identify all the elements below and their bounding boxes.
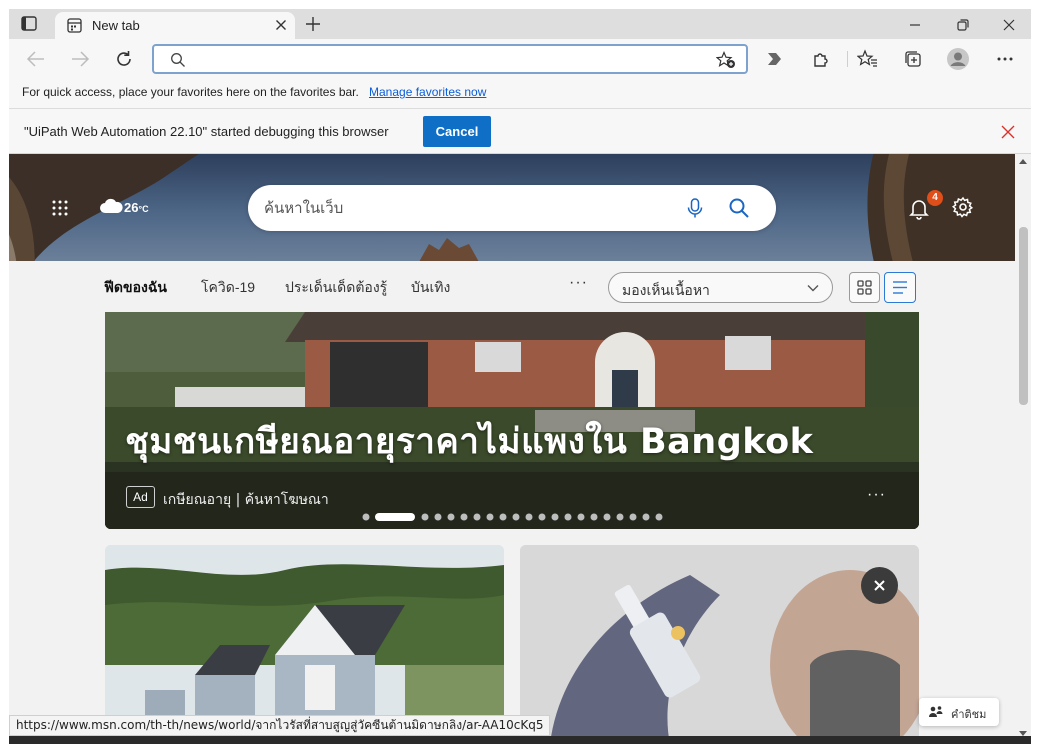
weather-temp-unit: °C [138, 204, 149, 214]
add-favorite-icon[interactable] [716, 51, 736, 69]
infobar-message: "UiPath Web Automation 22.10" started de… [24, 124, 389, 139]
debugging-infobar: "UiPath Web Automation 22.10" started de… [9, 110, 1031, 154]
distant-rock-image [419, 238, 479, 261]
feedback-people-icon [929, 705, 943, 719]
list-icon [893, 281, 907, 294]
feedback-button[interactable]: คำติชม [919, 698, 999, 726]
manage-favorites-link[interactable]: Manage favorites now [369, 85, 486, 99]
restore-button[interactable] [953, 15, 973, 35]
new-tab-button[interactable] [303, 14, 323, 34]
carousel-dot[interactable] [460, 513, 468, 521]
search-icon[interactable] [728, 197, 750, 219]
carousel-dot[interactable] [577, 513, 585, 521]
carousel-dot[interactable] [603, 513, 611, 521]
tab-hot-topics[interactable]: ประเด็นเด็ดต้องรู้ [285, 277, 387, 299]
cancel-button[interactable]: Cancel [423, 116, 491, 147]
dismiss-card-button[interactable] [861, 567, 898, 604]
web-search-box[interactable] [248, 185, 776, 231]
feedback-label: คำติชม [951, 709, 987, 721]
extensions-icon[interactable] [809, 48, 831, 70]
weather-temp-value: 26 [124, 200, 139, 215]
notification-badge: 4 [927, 190, 943, 206]
ad-card[interactable]: ชุมชนเกษียณอายุราคาไม่แพงใน Bangkok Ad เ… [105, 312, 919, 529]
microphone-icon[interactable] [685, 197, 705, 219]
favorites-bar: For quick access, place your favorites h… [9, 79, 1031, 109]
ad-source[interactable]: เกษียณอายุ | ค้นหาโฆษณา [163, 489, 329, 511]
more-options-icon[interactable] [994, 48, 1016, 70]
collections-icon[interactable] [902, 48, 924, 70]
tab-entertainment[interactable]: บันเทิง [411, 277, 450, 299]
scroll-up-arrow-icon[interactable] [1019, 158, 1027, 166]
carousel-dot[interactable] [616, 513, 624, 521]
tab-close-icon[interactable] [273, 17, 289, 33]
tab-strip: New tab [9, 9, 1031, 39]
content-visibility-select[interactable]: มองเห็นเนื้อหา [608, 272, 833, 303]
apps-launcher-icon[interactable] [51, 199, 69, 217]
refresh-button[interactable] [113, 48, 135, 70]
tab-new-tab[interactable]: New tab [55, 12, 295, 39]
carousel-dot[interactable] [590, 513, 598, 521]
carousel-dot[interactable] [642, 513, 650, 521]
favorites-bar-message: For quick access, place your favorites h… [22, 85, 359, 99]
profile-avatar-icon[interactable] [946, 47, 970, 71]
carousel-dot[interactable] [421, 513, 429, 521]
infobar-close-icon[interactable] [1001, 125, 1015, 139]
tab-actions-icon[interactable] [19, 15, 39, 33]
weather-temperature[interactable]: 26°C [124, 200, 149, 215]
close-icon [874, 580, 885, 591]
tab-title: New tab [92, 18, 140, 33]
more-topics-button[interactable]: ··· [569, 274, 588, 292]
carousel-dot[interactable] [525, 513, 533, 521]
back-button[interactable] [25, 49, 47, 69]
address-input[interactable] [198, 50, 698, 70]
carousel-dot[interactable] [486, 513, 494, 521]
scrollbar-thumb[interactable] [1019, 227, 1028, 405]
status-bar-url: https://www.msn.com/th-th/news/world/จาก… [9, 715, 551, 736]
new-tab-page: 26°C 4 ฟีดของฉัน โควิด-19 ประเด็นเด็ [9, 154, 1015, 744]
address-bar[interactable] [152, 44, 748, 74]
carousel-dot[interactable] [512, 513, 520, 521]
search-icon [170, 52, 186, 68]
taskbar-strip [9, 736, 1031, 744]
read-aloud-icon[interactable] [764, 49, 786, 69]
content-visibility-value: มองเห็นเนื้อหา [622, 282, 710, 298]
carousel-dot[interactable] [362, 513, 370, 521]
vaccine-image [520, 545, 919, 744]
ad-more-options[interactable]: ··· [867, 486, 886, 504]
tab-my-feed[interactable]: ฟีดของฉัน [104, 277, 167, 299]
carousel-dot[interactable] [655, 513, 663, 521]
news-card[interactable] [520, 545, 919, 744]
forward-button[interactable] [69, 49, 91, 69]
hero-background: 26°C 4 [9, 154, 1015, 261]
carousel-dot[interactable] [434, 513, 442, 521]
ad-headline[interactable]: ชุมชนเกษียณอายุราคาไม่แพงใน Bangkok [125, 414, 813, 469]
carousel-dot[interactable] [447, 513, 455, 521]
tab-covid-19[interactable]: โควิด-19 [201, 277, 255, 299]
cloud-weather-icon[interactable] [99, 198, 123, 214]
gear-icon[interactable] [952, 196, 974, 218]
carousel-dot[interactable] [538, 513, 546, 521]
grid-layout-button[interactable] [849, 272, 880, 303]
favorites-icon[interactable] [857, 48, 879, 70]
browser-window: New tab For quick access, place your fav… [9, 9, 1031, 744]
toolbar [9, 39, 1031, 79]
chevron-down-icon [807, 283, 819, 293]
feed-navigation: ฟีดของฉัน โควิด-19 ประเด็นเด็ดต้องรู้ บั… [9, 261, 1015, 311]
page-scrollbar[interactable] [1015, 154, 1031, 744]
close-window-button[interactable] [999, 15, 1019, 35]
carousel-dot[interactable] [564, 513, 572, 521]
new-tab-page-icon [67, 18, 82, 33]
ad-badge: Ad [126, 486, 155, 508]
carousel-dot-active[interactable] [375, 513, 415, 521]
toolbar-divider [847, 51, 848, 67]
carousel-indicator[interactable] [358, 512, 668, 522]
web-search-input[interactable] [264, 198, 664, 218]
carousel-dot[interactable] [499, 513, 507, 521]
carousel-dot[interactable] [551, 513, 559, 521]
carousel-dot[interactable] [629, 513, 637, 521]
list-layout-button[interactable] [884, 272, 916, 303]
carousel-dot[interactable] [473, 513, 481, 521]
grid-icon [857, 280, 872, 295]
minimize-button[interactable] [905, 15, 925, 35]
